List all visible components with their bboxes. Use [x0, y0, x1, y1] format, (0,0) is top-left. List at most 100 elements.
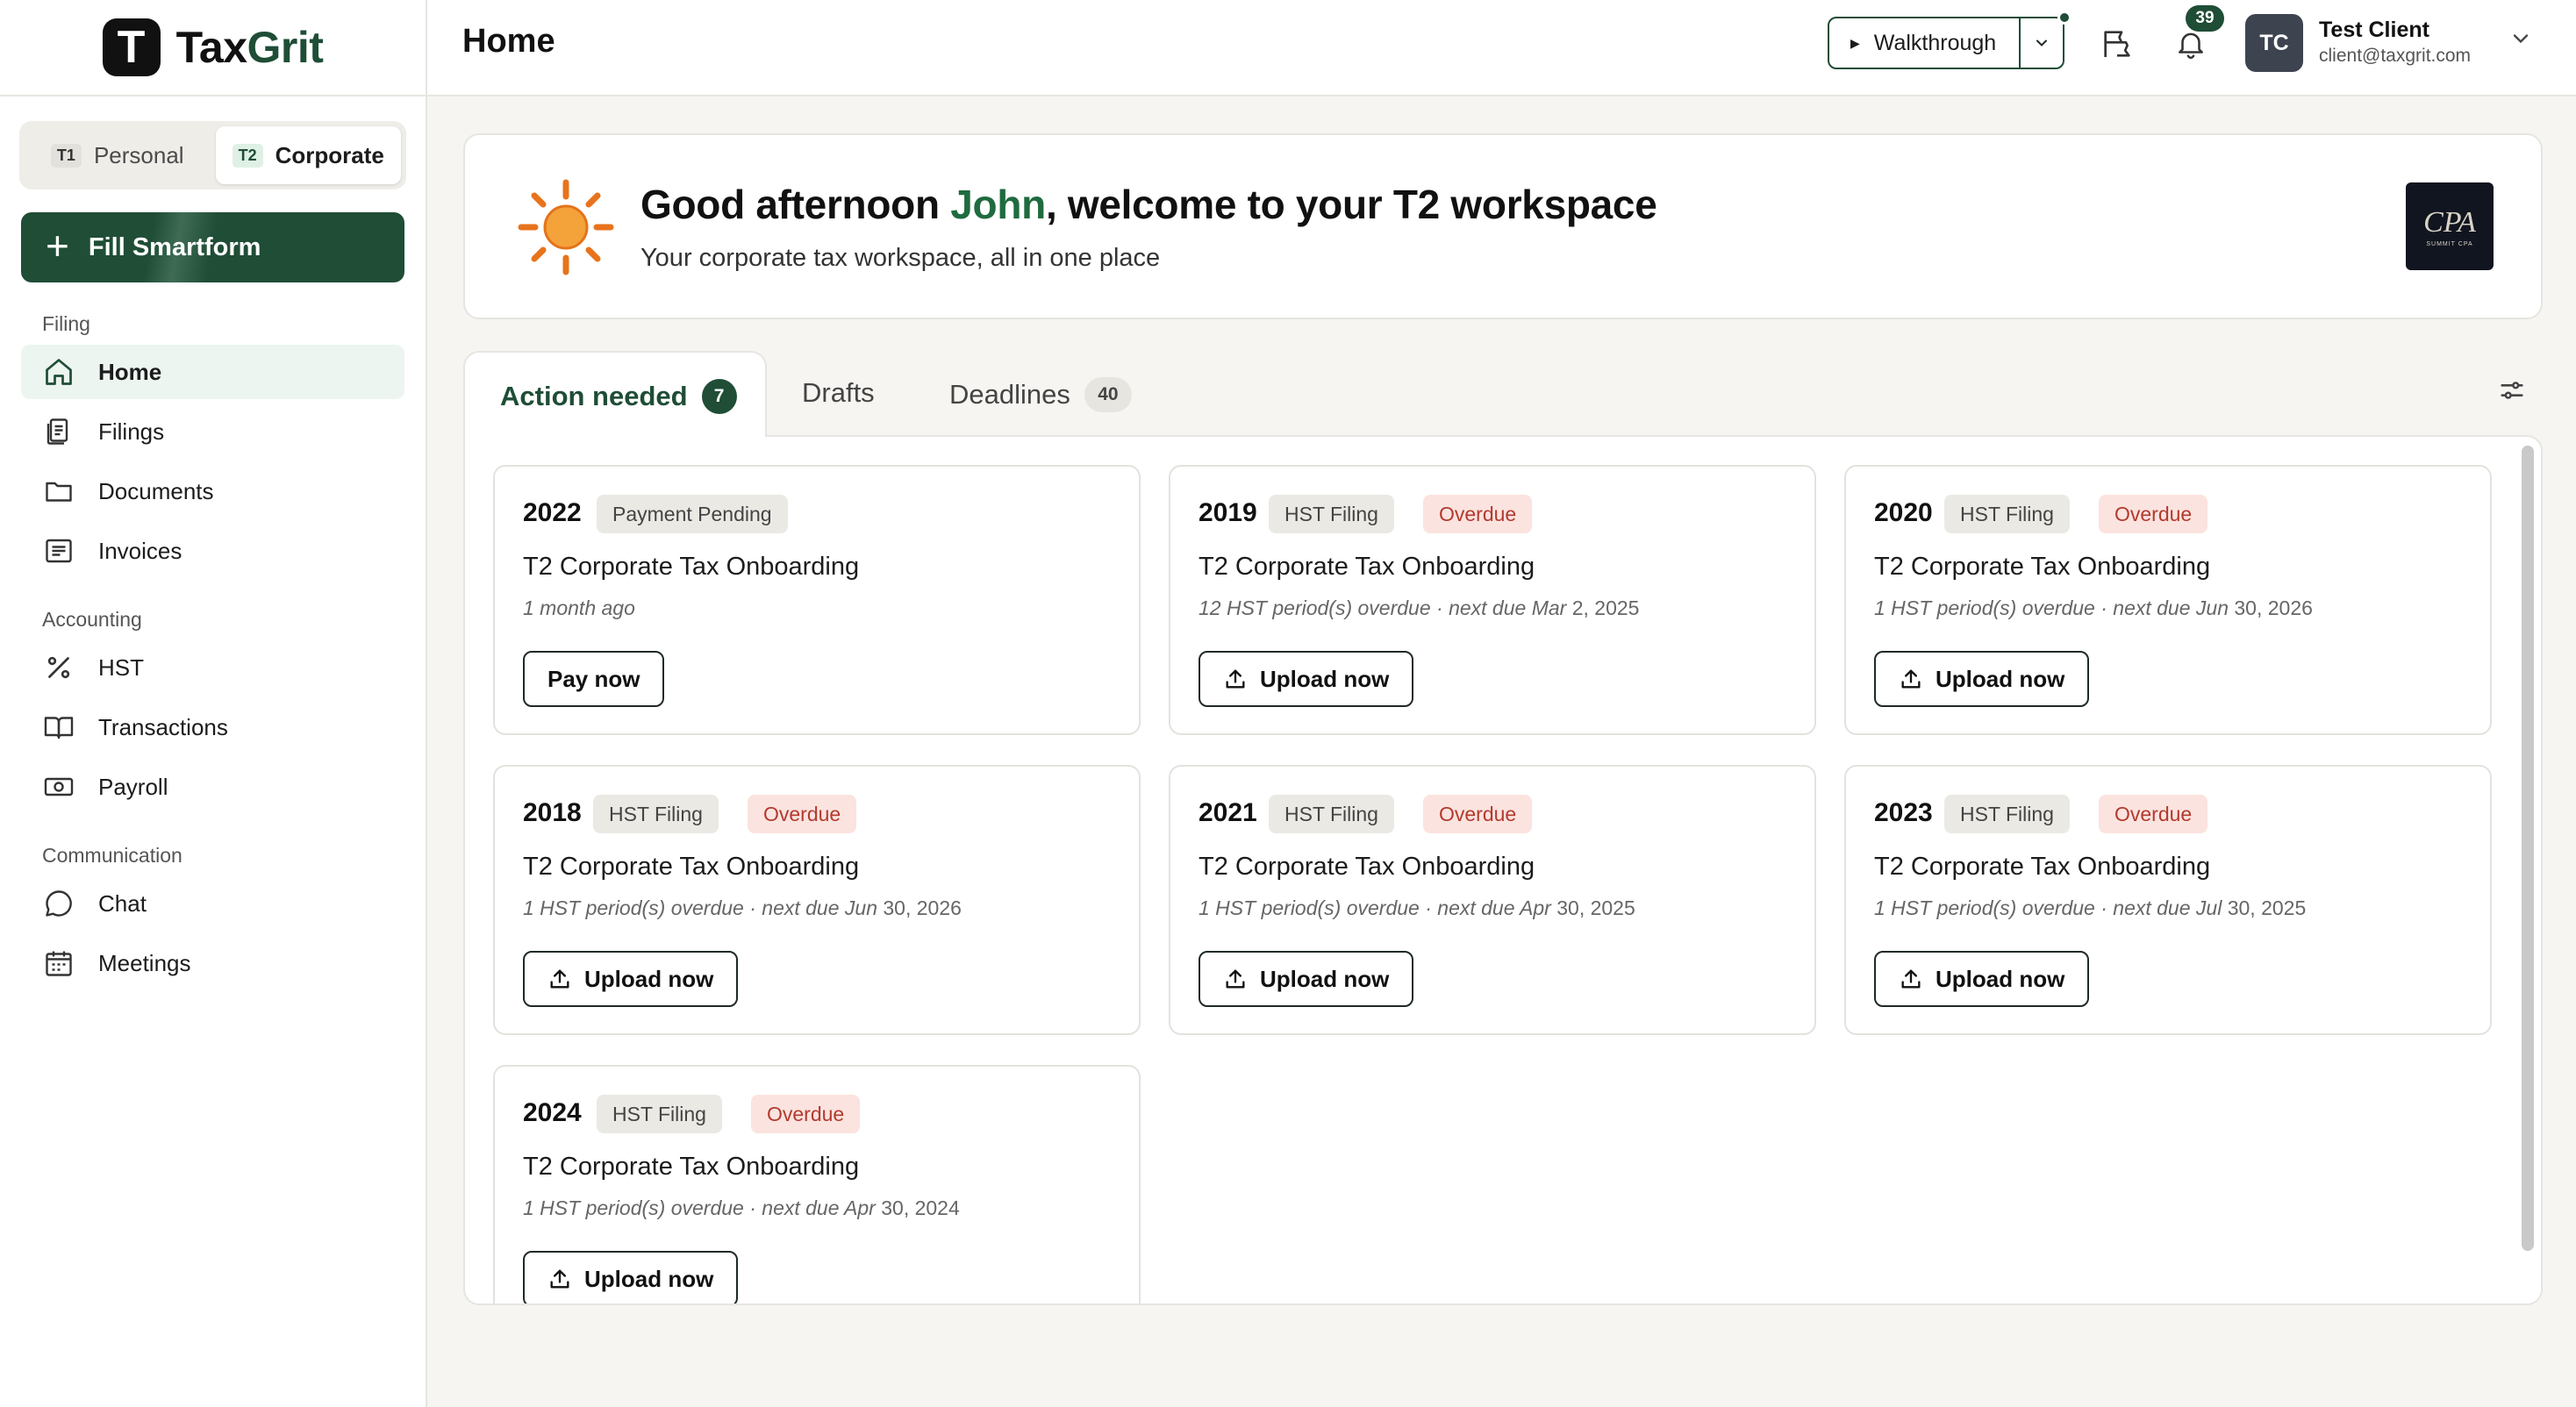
brand[interactable]: T TaxGrit: [0, 0, 426, 96]
chat-icon: [42, 887, 75, 920]
upload-now-button[interactable]: Upload now: [1199, 651, 1414, 707]
sidebar-item-payroll[interactable]: Payroll: [21, 760, 404, 814]
sidebar-item-label: Payroll: [98, 773, 168, 800]
tab-deadlines[interactable]: Deadlines 40: [949, 377, 1132, 412]
nav-section-accounting: Accounting: [42, 608, 142, 631]
overdue-badge: Overdue: [1423, 795, 1533, 833]
user-email: client@taxgrit.com: [2319, 46, 2472, 66]
mode-corporate[interactable]: T2 Corporate: [215, 126, 401, 184]
card-meta: 1 HST period(s) overdue · next due Jul 3…: [1874, 896, 2307, 919]
play-icon: ▶: [1850, 35, 1860, 50]
sidebar-item-label: Home: [98, 358, 162, 385]
task-card: 2024 HST Filing Overdue T2 Corporate Tax…: [493, 1065, 1141, 1303]
upload-icon: [1226, 669, 1245, 689]
upload-now-button[interactable]: Upload now: [523, 1251, 739, 1303]
folder-icon: [42, 475, 75, 508]
workspace-mode-switch: T1 Personal T2 Corporate: [19, 121, 406, 189]
card-meta: 1 month ago: [523, 596, 635, 619]
sidebar-item-meetings[interactable]: Meetings: [21, 936, 404, 990]
card-meta: 1 HST period(s) overdue · next due Jun 3…: [1874, 596, 2313, 619]
card-title: T2 Corporate Tax Onboarding: [1874, 553, 2211, 581]
sidebar-item-label: Transactions: [98, 713, 228, 740]
card-title: T2 Corporate Tax Onboarding: [523, 1153, 860, 1181]
card-year: 2024: [523, 1098, 582, 1127]
mode-personal[interactable]: T1 Personal: [25, 126, 211, 184]
upload-now-button[interactable]: Upload now: [1874, 951, 2090, 1007]
invoice-icon: [42, 534, 75, 568]
tab-count-badge: 7: [701, 379, 737, 414]
overdue-badge: Overdue: [1423, 495, 1533, 533]
upload-icon: [550, 1269, 569, 1289]
walkthrough-button[interactable]: ▶ Walkthrough: [1828, 17, 2064, 69]
avatar[interactable]: TC: [2245, 14, 2303, 72]
mode-label: Corporate: [275, 141, 384, 168]
sidebar-item-label: HST: [98, 654, 144, 681]
sidebar-item-transactions[interactable]: Transactions: [21, 700, 404, 754]
category-badge: HST Filing: [1944, 795, 2070, 833]
mode-code: T2: [232, 143, 263, 168]
task-card: 2020 HST Filing Overdue T2 Corporate Tax…: [1844, 465, 2492, 735]
welcome-subtitle: Your corporate tax workspace, all in one…: [640, 244, 1161, 272]
task-card: 2022 Payment Pending T2 Corporate Tax On…: [493, 465, 1141, 735]
pay-now-button[interactable]: Pay now: [523, 651, 665, 707]
card-year: 2018: [523, 798, 582, 827]
action-needed-list: 2022 Payment Pending T2 Corporate Tax On…: [463, 435, 2543, 1305]
plus-icon: +: [46, 223, 69, 268]
overdue-badge: Overdue: [751, 1095, 861, 1133]
nav-section-communication: Communication: [42, 844, 182, 867]
overdue-badge: Overdue: [2099, 495, 2208, 533]
filter-button[interactable]: [2497, 375, 2527, 410]
tab-count-badge: 40: [1084, 377, 1132, 412]
home-icon: [42, 355, 75, 389]
category-badge: HST Filing: [1944, 495, 2070, 533]
fill-smartform-label: Fill Smartform: [88, 232, 261, 261]
user-name[interactable]: Test Client: [2319, 18, 2429, 43]
upload-now-button[interactable]: Upload now: [523, 951, 739, 1007]
card-title: T2 Corporate Tax Onboarding: [1199, 853, 1535, 881]
card-meta: 1 HST period(s) overdue · next due Apr 3…: [523, 1196, 960, 1219]
upload-icon: [550, 969, 569, 989]
upload-icon: [1901, 969, 1921, 989]
card-title: T2 Corporate Tax Onboarding: [523, 853, 860, 881]
card-year: 2023: [1874, 798, 1933, 827]
bell-icon: [2179, 32, 2203, 60]
user-menu-toggle[interactable]: [2508, 26, 2533, 55]
upload-now-button[interactable]: Upload now: [1199, 951, 1414, 1007]
card-year: 2020: [1874, 498, 1933, 527]
tour-flag-button[interactable]: [2096, 23, 2138, 65]
flag-icon: [2104, 31, 2130, 57]
button-label: Pay now: [547, 665, 640, 692]
card-year: 2021: [1199, 798, 1257, 827]
tab-action-needed[interactable]: Action needed 7: [463, 351, 767, 437]
tab-label: Drafts: [802, 377, 875, 408]
sidebar-item-hst[interactable]: HST: [21, 640, 404, 695]
tab-label: Action needed: [500, 381, 688, 411]
upload-now-button[interactable]: Upload now: [1874, 651, 2090, 707]
sun-icon: [518, 179, 614, 280]
firm-logo: CPA SUMMIT CPA: [2406, 182, 2494, 270]
sidebar-item-chat[interactable]: Chat: [21, 876, 404, 931]
sidebar-item-home[interactable]: Home: [21, 345, 404, 399]
category-badge: HST Filing: [593, 795, 719, 833]
task-card: 2021 HST Filing Overdue T2 Corporate Tax…: [1169, 765, 1816, 1035]
scrollbar[interactable]: [2522, 446, 2534, 1251]
card-year: 2022: [523, 498, 582, 527]
sidebar-item-documents[interactable]: Documents: [21, 464, 404, 518]
cash-icon: [42, 770, 75, 803]
walkthrough-dropdown-button[interactable]: [2019, 18, 2063, 68]
sidebar-item-invoices[interactable]: Invoices: [21, 524, 404, 578]
sidebar-item-label: Invoices: [98, 537, 182, 564]
tab-drafts[interactable]: Drafts: [802, 377, 875, 409]
task-card: 2023 HST Filing Overdue T2 Corporate Tax…: [1844, 765, 2492, 1035]
overdue-badge: Overdue: [748, 795, 857, 833]
filings-icon: [42, 415, 75, 448]
category-badge: HST Filing: [597, 1095, 722, 1133]
fill-smartform-button[interactable]: + Fill Smartform: [21, 212, 404, 282]
percent-icon: [42, 651, 75, 684]
upload-icon: [1901, 669, 1921, 689]
chevron-down-icon: [2036, 39, 2047, 46]
task-card: 2018 HST Filing Overdue T2 Corporate Tax…: [493, 765, 1141, 1035]
button-label: Upload now: [584, 965, 714, 992]
sidebar-item-filings[interactable]: Filings: [21, 404, 404, 459]
walkthrough-main[interactable]: ▶ Walkthrough: [1829, 31, 2019, 56]
